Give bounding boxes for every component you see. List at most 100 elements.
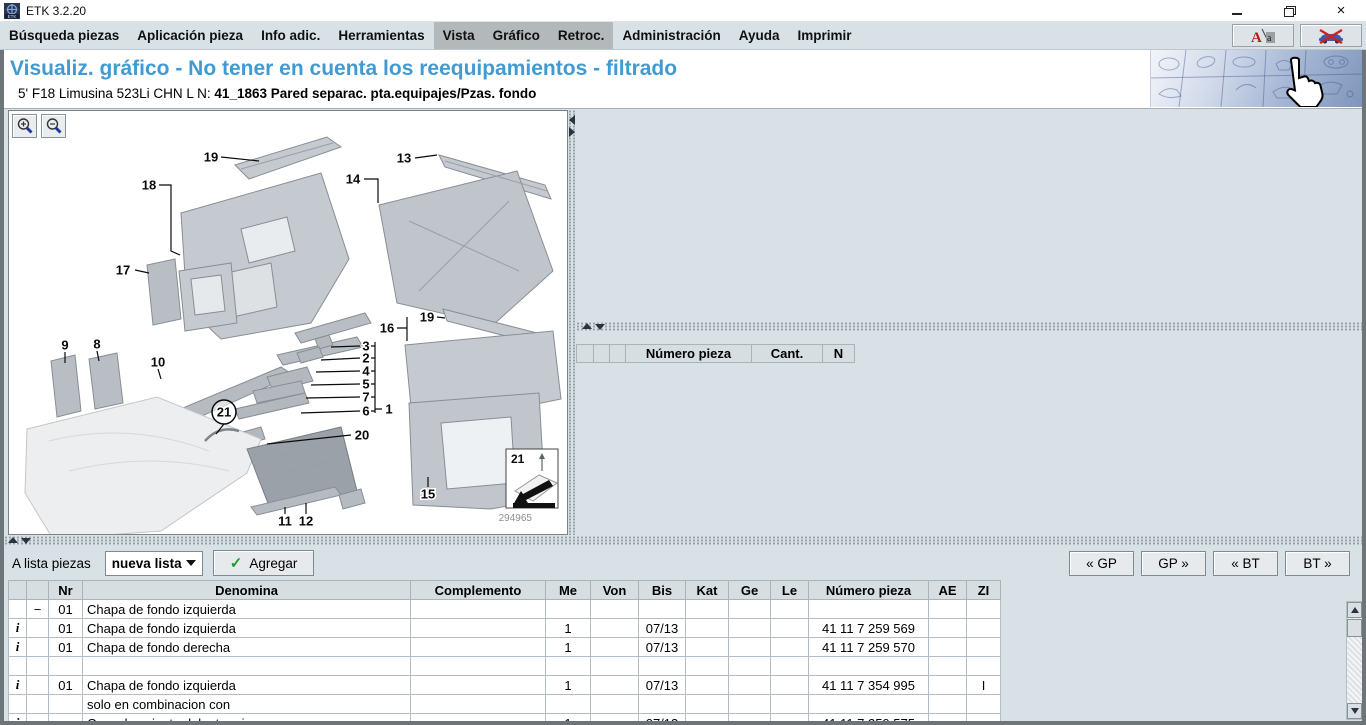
close-button[interactable]: × xyxy=(1332,3,1350,19)
add-button[interactable]: ✓ Agregar xyxy=(213,550,315,576)
nav-button-1[interactable]: GP » xyxy=(1141,551,1206,576)
diagram-label-12[interactable]: 12 xyxy=(299,514,313,529)
cell-ae xyxy=(929,600,967,619)
cell-me: 1 xyxy=(546,638,591,657)
cell-zi xyxy=(967,638,1001,657)
main-horizontal-splitter[interactable] xyxy=(4,536,1362,545)
vertical-splitter[interactable] xyxy=(568,110,576,535)
cell-complemento xyxy=(411,714,546,722)
column-header-nr: Nr xyxy=(49,581,83,600)
column-header-me: Me xyxy=(546,581,591,600)
list-dropdown[interactable]: nueva lista xyxy=(105,551,203,576)
collapse-up-icon[interactable] xyxy=(582,323,592,329)
table-row[interactable]: i01Chapa de fondo derecha107/1341 11 7 2… xyxy=(9,638,1001,657)
cell-icon xyxy=(9,695,27,714)
column-header-denomina: Denomina xyxy=(83,581,411,600)
diagram-label-21[interactable]: 21 xyxy=(217,405,231,420)
diagram-label-20[interactable]: 20 xyxy=(355,428,369,443)
font-size-toggle-button[interactable]: A a xyxy=(1232,24,1294,47)
diagram-label-6[interactable]: 6 xyxy=(362,404,369,419)
table-row[interactable]: iConsola asiento delantero izqu107/1341 … xyxy=(9,714,1001,722)
cell-ge xyxy=(729,695,771,714)
table-row[interactable]: solo en combinacion con xyxy=(9,695,1001,714)
scroll-down-button[interactable] xyxy=(1347,703,1362,719)
diagram-label-1[interactable]: 1 xyxy=(385,402,392,417)
cell-denomina: solo en combinacion con xyxy=(83,695,411,714)
menu-item-imprimir[interactable]: Imprimir xyxy=(788,22,860,49)
cell-me xyxy=(546,657,591,676)
diagram-label-16[interactable]: 16 xyxy=(380,321,394,336)
scrollbar-thumb[interactable] xyxy=(1347,619,1362,637)
table-row[interactable]: −01Chapa de fondo izquierda xyxy=(9,600,1001,619)
parts-table-container: NrDenominaComplementoMeVonBisKatGeLeNúme… xyxy=(4,580,1362,721)
table-row[interactable]: i01Chapa de fondo izquierda107/1341 11 7… xyxy=(9,619,1001,638)
nav-button-2[interactable]: « BT xyxy=(1213,551,1278,576)
diagram-legend: 21 xyxy=(506,449,558,508)
table-scrollbar[interactable] xyxy=(1346,601,1362,720)
cell-bis: 07/13 xyxy=(639,714,686,722)
hide-vehicle-button[interactable] xyxy=(1300,24,1362,47)
cell-denomina: Consola asiento delantero izqu xyxy=(83,714,411,722)
titlebar: ETK ETK 3.2.20 × xyxy=(0,0,1366,22)
cell-icon xyxy=(9,657,27,676)
diagram-label-8[interactable]: 8 xyxy=(93,337,100,352)
minimize-button[interactable] xyxy=(1228,3,1246,19)
menu-item-vista[interactable]: Vista xyxy=(434,22,484,49)
diagram-label-7[interactable]: 7 xyxy=(362,390,369,405)
table-row[interactable]: i01Chapa de fondo izquierda107/1341 11 7… xyxy=(9,676,1001,695)
svg-text:A: A xyxy=(1251,30,1262,45)
cell-kat xyxy=(686,657,729,676)
menu-item-administraci-n[interactable]: Administración xyxy=(613,22,729,49)
cell-expand: − xyxy=(27,600,49,619)
restore-button[interactable] xyxy=(1280,3,1298,19)
parts-table: NrDenominaComplementoMeVonBisKatGeLeNúme… xyxy=(8,580,1001,721)
etk-application-window: { "window": { "title": "ETK 3.2.20" }, "… xyxy=(0,0,1366,725)
cell-numero xyxy=(809,695,929,714)
diagram-label-15[interactable]: 15 xyxy=(421,487,435,502)
right-horizontal-splitter[interactable] xyxy=(576,322,1362,331)
menu-item-aplicaci-n-pieza[interactable]: Aplicación pieza xyxy=(128,22,252,49)
diagram-label-10[interactable]: 10 xyxy=(151,355,165,370)
diagram-label-13[interactable]: 13 xyxy=(397,151,411,166)
cell-bis: 07/13 xyxy=(639,638,686,657)
cell-bis: 07/13 xyxy=(639,619,686,638)
cell-von xyxy=(591,619,639,638)
menu-item-ayuda[interactable]: Ayuda xyxy=(730,22,789,49)
menu-item-retroc-[interactable]: Retroc. xyxy=(549,22,614,49)
menu-item-b-squeda-piezas[interactable]: Búsqueda piezas xyxy=(0,22,128,49)
nav-button-0[interactable]: « GP xyxy=(1069,551,1134,576)
cell-nr xyxy=(49,657,83,676)
window-border-right xyxy=(1362,50,1366,721)
diagram-label-18[interactable]: 18 xyxy=(142,178,156,193)
preview-col-n: N xyxy=(822,344,855,363)
cell-denomina: Chapa de fondo izquierda xyxy=(83,676,411,695)
cell-denomina xyxy=(83,657,411,676)
zoom-out-button[interactable] xyxy=(41,114,66,138)
menu-item-gr-fico[interactable]: Gráfico xyxy=(484,22,549,49)
scroll-up-button[interactable] xyxy=(1347,602,1362,618)
menu-item-herramientas[interactable]: Herramientas xyxy=(329,22,433,49)
column-header-von: Von xyxy=(591,581,639,600)
cell-denomina: Chapa de fondo derecha xyxy=(83,638,411,657)
collapse-up-icon[interactable] xyxy=(8,537,18,543)
expand-right-icon[interactable] xyxy=(569,127,575,137)
restore-icon xyxy=(1284,6,1294,15)
diagram-label-17[interactable]: 17 xyxy=(116,263,130,278)
expand-down-icon[interactable] xyxy=(21,538,31,544)
collapse-left-icon[interactable] xyxy=(569,115,575,125)
zoom-out-icon xyxy=(45,117,63,135)
diagram-label-11[interactable]: 11 xyxy=(278,514,292,529)
cell-numero xyxy=(809,657,929,676)
nav-button-3[interactable]: BT » xyxy=(1285,551,1350,576)
menu-item-info-adic-[interactable]: Info adic. xyxy=(252,22,329,49)
column-header-ge: Ge xyxy=(729,581,771,600)
zoom-in-button[interactable] xyxy=(12,114,37,138)
diagram-label-9[interactable]: 9 xyxy=(61,338,68,353)
table-row[interactable] xyxy=(9,657,1001,676)
cell-numero xyxy=(809,600,929,619)
diagram-label-19[interactable]: 19 xyxy=(204,150,218,165)
cell-zi xyxy=(967,600,1001,619)
diagram-label-14[interactable]: 14 xyxy=(346,172,361,187)
expand-down-icon[interactable] xyxy=(595,324,605,330)
diagram-label-19[interactable]: 19 xyxy=(420,310,434,325)
